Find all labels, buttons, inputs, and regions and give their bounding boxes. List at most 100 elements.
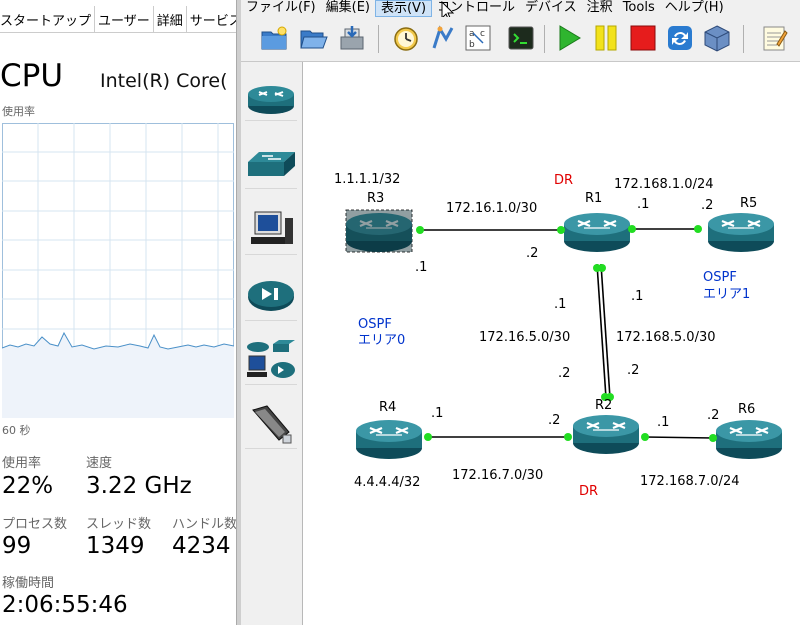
cpu-usage-graph <box>2 123 234 418</box>
task-manager-panel: スタートアップ ユーザー 詳細 サービス CPU Intel(R) Core( … <box>0 0 236 625</box>
link-r1-r2-b[interactable] <box>600 263 611 399</box>
router-r3[interactable] <box>344 209 414 254</box>
router-name-r2: R2 <box>595 398 612 413</box>
processes-label: プロセス数 <box>2 517 68 532</box>
svg-text:b: b <box>469 40 475 50</box>
menu-file[interactable]: ファイル(F) <box>241 0 321 17</box>
router-r2[interactable] <box>571 413 641 456</box>
tab-startup[interactable]: スタートアップ <box>0 6 96 32</box>
host-r2-e: .1 <box>657 415 669 430</box>
show-interface-labels-icon[interactable]: a c b <box>463 23 493 53</box>
menu-device[interactable]: デバイス <box>520 0 582 17</box>
device-type-bar <box>241 62 303 625</box>
host-r5: .2 <box>701 198 713 213</box>
loopback-r3: 1.1.1.1/32 <box>334 172 400 187</box>
menu-help[interactable]: ヘルプ(H) <box>660 0 729 17</box>
toolbar: a c b <box>241 17 800 62</box>
area1-title: OSPF <box>703 270 737 285</box>
router-name-r1: R1 <box>585 191 602 206</box>
router-r6[interactable] <box>714 418 784 461</box>
port-r3[interactable] <box>416 226 424 234</box>
port-r6[interactable] <box>709 434 717 442</box>
menu-view[interactable]: 表示(V) <box>374 0 433 17</box>
start-icon[interactable] <box>554 23 584 53</box>
network-r1-r2-a: 172.16.5.0/30 <box>479 330 570 345</box>
threads-label: スレッド数 <box>86 517 152 532</box>
menu-edit[interactable]: 編集(E) <box>321 0 375 17</box>
port-r2-e[interactable] <box>641 433 649 441</box>
topology-diagram: R3 R1 R5 R2 R4 R6 1.1.1.1/32 4.4.4.4/32 … <box>334 172 784 499</box>
reload-icon[interactable] <box>665 23 695 53</box>
save-icon[interactable] <box>337 23 367 53</box>
utilization-label: 使用率 <box>2 456 42 471</box>
threads-value: 1349 <box>86 533 145 559</box>
tab-services[interactable]: サービス <box>187 6 236 32</box>
pause-icon[interactable] <box>591 23 621 53</box>
link-r1-r2-a[interactable] <box>596 263 607 399</box>
router-r4[interactable] <box>354 418 424 461</box>
tab-users[interactable]: ユーザー <box>95 6 154 32</box>
host-r2-n-b: .2 <box>627 363 639 378</box>
auto-arrange-icon[interactable] <box>428 23 458 53</box>
host-r1-w: .2 <box>526 246 538 261</box>
add-link-icon[interactable] <box>245 402 297 449</box>
router-icon[interactable] <box>245 74 297 121</box>
port-r1-w[interactable] <box>557 226 565 234</box>
port-r5[interactable] <box>694 225 702 233</box>
loopback-r4: 4.4.4.4/32 <box>354 475 420 490</box>
usage-graph-label: 使用率 <box>2 105 35 118</box>
tab-details[interactable]: 詳細 <box>154 6 187 32</box>
host-r1-s-b: .1 <box>631 289 643 304</box>
port-r1-s2[interactable] <box>598 264 606 272</box>
network-r4-r2: 172.16.7.0/30 <box>452 468 543 483</box>
menu-tools[interactable]: Tools <box>618 0 660 17</box>
router-r1[interactable] <box>562 211 632 254</box>
cpu-title: CPU <box>0 58 64 94</box>
host-r6: .2 <box>707 408 719 423</box>
router-name-r5: R5 <box>740 196 757 211</box>
all-devices-icon[interactable] <box>245 338 297 385</box>
host-r1-s-a: .1 <box>554 297 566 312</box>
router-r5[interactable] <box>706 211 776 254</box>
end-device-icon[interactable] <box>245 208 297 255</box>
area0-name: エリア0 <box>358 333 405 348</box>
security-device-icon[interactable] <box>245 274 297 321</box>
network-r1-r5: 172.168.1.0/24 <box>614 177 714 192</box>
handles-value: 4234 <box>172 533 231 559</box>
handles-label: ハンドル数 <box>172 517 236 532</box>
dr-label-r1: DR <box>554 173 573 188</box>
host-r2-n-a: .2 <box>558 366 570 381</box>
host-r1-e: .1 <box>637 197 649 212</box>
virtualbox-icon[interactable] <box>702 23 732 53</box>
port-r4[interactable] <box>424 433 432 441</box>
utilization-value: 22% <box>2 473 54 499</box>
switch-icon[interactable] <box>245 142 297 189</box>
cpu-model: Intel(R) Core( <box>100 70 228 92</box>
menu-bar: ファイル(F) 編集(E) 表示(V) コントロール デバイス 注釈 Tools… <box>241 0 800 17</box>
port-r2-w[interactable] <box>564 433 572 441</box>
speed-value: 3.22 GHz <box>86 473 192 499</box>
host-r2-w: .2 <box>548 413 560 428</box>
processes-value: 99 <box>2 533 32 559</box>
speed-label: 速度 <box>86 456 113 471</box>
uptime-label: 稼働時間 <box>2 576 55 591</box>
snapshot-icon[interactable] <box>391 23 421 53</box>
area1-name: エリア1 <box>703 287 750 302</box>
note-icon[interactable] <box>759 23 789 53</box>
svg-text:c: c <box>480 29 485 39</box>
port-r1-e[interactable] <box>628 225 636 233</box>
area0-title: OSPF <box>358 317 392 332</box>
toolbar-separator <box>544 25 545 53</box>
topology-canvas[interactable]: R3 R1 R5 R2 R4 R6 1.1.1.1/32 4.4.4.4/32 … <box>303 62 800 625</box>
router-name-r3: R3 <box>367 191 384 206</box>
dr-label-r2: DR <box>579 484 598 499</box>
console-icon[interactable] <box>506 23 536 53</box>
menu-annotate[interactable]: 注釈 <box>582 0 618 17</box>
stop-icon[interactable] <box>628 23 658 53</box>
network-r2-r6: 172.168.7.0/24 <box>640 474 740 489</box>
graph-time-label: 60 秒 <box>2 424 31 437</box>
open-folder-icon[interactable] <box>298 23 328 53</box>
host-r4: .1 <box>431 406 443 421</box>
link-r2-r6[interactable] <box>644 436 714 439</box>
new-project-icon[interactable] <box>259 23 289 53</box>
